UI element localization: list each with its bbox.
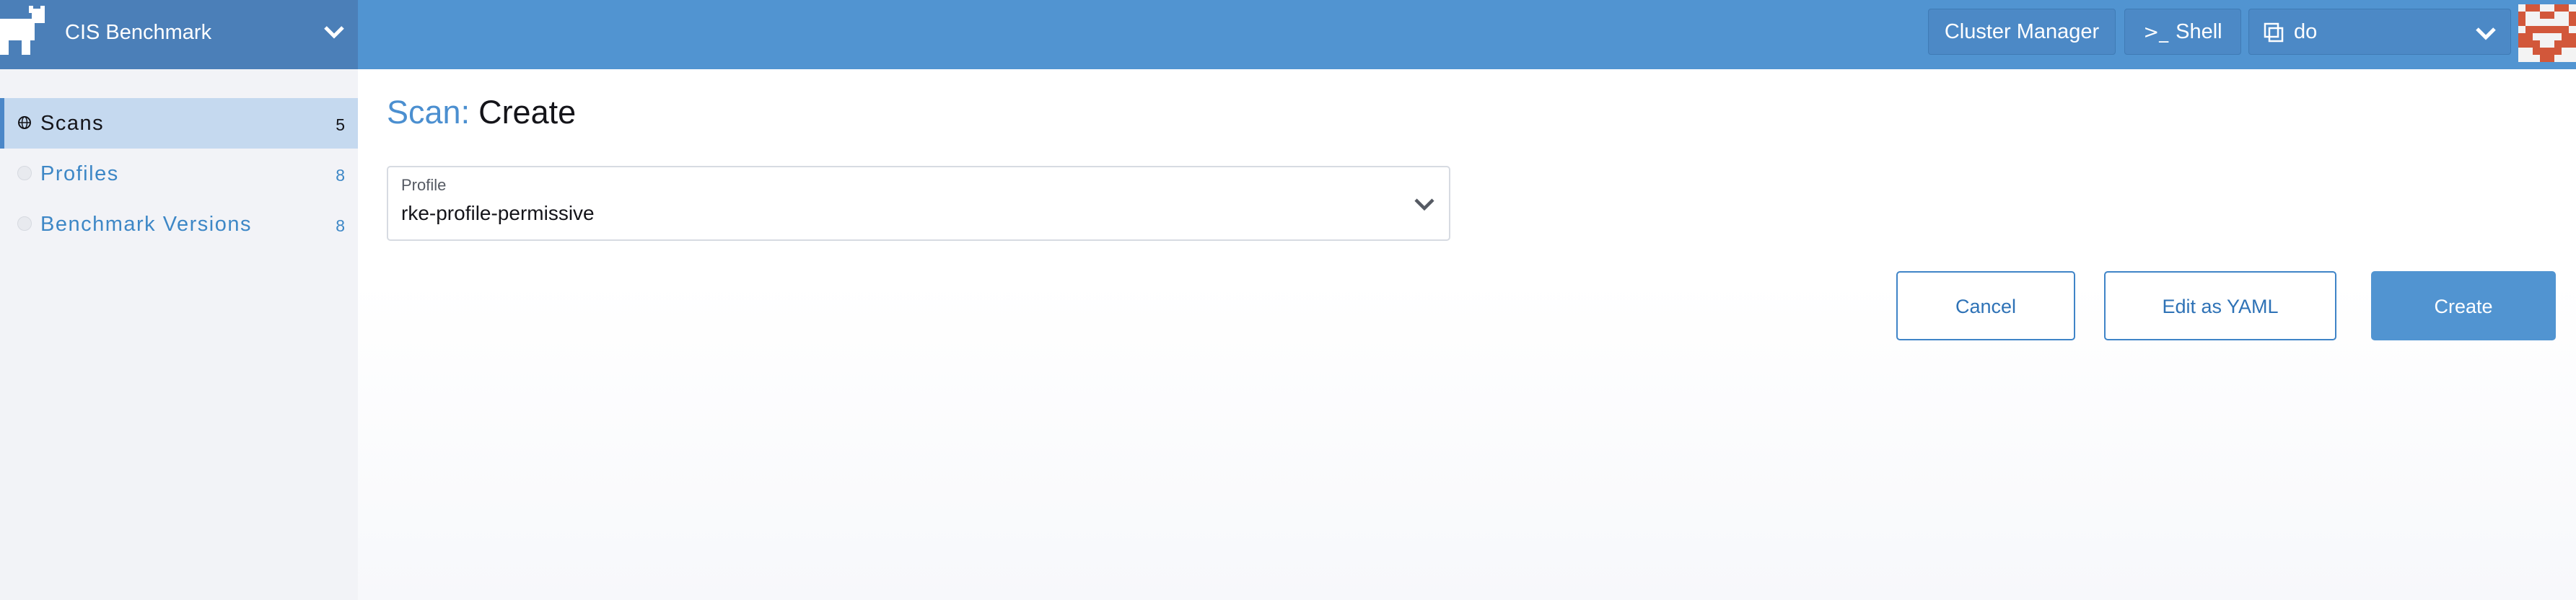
chevron-down-icon — [2476, 27, 2496, 40]
sidebar-item-count: 8 — [336, 216, 345, 235]
chevron-down-icon — [324, 26, 344, 39]
namespace-icon — [2264, 22, 2284, 43]
cancel-button[interactable]: Cancel — [1896, 271, 2075, 340]
product-name: CIS Benchmark — [65, 21, 212, 44]
chevron-down-icon — [1414, 198, 1434, 211]
namespace-value: do — [2294, 20, 2318, 43]
shell-label: Shell — [2176, 20, 2222, 43]
cluster-manager-button[interactable]: Cluster Manager — [1928, 9, 2116, 55]
page-title-action: Create — [478, 94, 577, 131]
product-switcher[interactable]: CIS Benchmark — [0, 0, 358, 69]
create-label: Create — [2434, 296, 2493, 317]
sidebar-item-label: Scans — [40, 112, 105, 135]
edit-as-yaml-button[interactable]: Edit as YAML — [2104, 271, 2336, 340]
create-button[interactable]: Create — [2371, 271, 2556, 340]
top-header: CIS Benchmark Cluster Manager >_ Shell do — [0, 0, 2576, 69]
sidebar-item-benchmark-versions[interactable]: Benchmark Versions 8 — [0, 199, 358, 250]
profile-select[interactable]: Profile rke-profile-permissive — [387, 166, 1450, 241]
sidebar: Scans 5 Profiles 8 Benchmark Versions 8 — [0, 69, 358, 600]
sidebar-item-label: Profiles — [40, 162, 119, 185]
page-title-resource[interactable]: Scan: — [387, 94, 470, 131]
profile-label: Profile — [401, 176, 447, 194]
profile-value: rke-profile-permissive — [401, 202, 595, 224]
sidebar-item-scans[interactable]: Scans 5 — [0, 98, 358, 149]
cluster-manager-label: Cluster Manager — [1944, 20, 2100, 43]
page-title: Scan: Create — [387, 94, 576, 131]
edit-as-yaml-label: Edit as YAML — [2162, 296, 2279, 317]
sidebar-item-label: Benchmark Versions — [40, 213, 252, 236]
terminal-icon: >_ — [2143, 22, 2169, 43]
circle-icon — [17, 216, 32, 231]
sidebar-item-profiles[interactable]: Profiles 8 — [0, 149, 358, 199]
avatar[interactable] — [2518, 4, 2576, 62]
globe-icon — [18, 116, 31, 129]
cancel-label: Cancel — [1955, 296, 2017, 317]
cow-logo-icon — [0, 6, 45, 55]
circle-icon — [17, 166, 32, 180]
main-content: Scan: Create Profile rke-profile-permissi… — [358, 69, 2576, 600]
namespace-select[interactable]: do — [2248, 9, 2511, 55]
shell-button[interactable]: >_ Shell — [2124, 9, 2241, 55]
sidebar-item-count: 8 — [336, 166, 345, 185]
sidebar-item-count: 5 — [336, 115, 345, 134]
